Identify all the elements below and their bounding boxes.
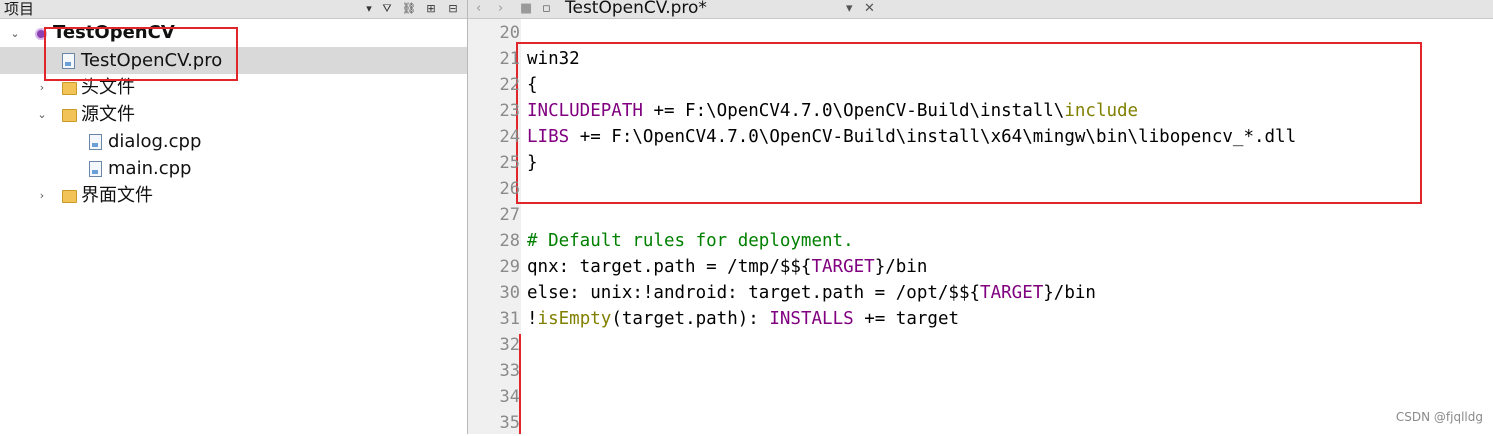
editor-tab-title[interactable]: TestOpenCV.pro* xyxy=(565,0,707,18)
line-number: 30 xyxy=(499,283,520,303)
code-token: (target.path): xyxy=(611,309,770,329)
code-token: isEmpty xyxy=(537,309,612,329)
view-dropdown-icon[interactable]: ▾ xyxy=(362,2,376,16)
forward-arrow-icon[interactable]: › xyxy=(498,0,503,18)
line-number: 20 xyxy=(499,23,520,43)
link-icon[interactable]: ⛓ xyxy=(402,2,416,16)
line-number: 29 xyxy=(499,257,520,277)
code-token: ! xyxy=(527,309,538,329)
code-line[interactable]: !isEmpty(target.path): INSTALLS += targe… xyxy=(527,306,959,332)
folder-icon xyxy=(62,190,77,203)
code-token: += target xyxy=(853,309,960,329)
chevron-right-icon[interactable]: › xyxy=(35,189,49,203)
tree-item-label: main.cpp xyxy=(108,158,192,179)
chevron-down-icon[interactable]: ⌄ xyxy=(35,108,49,122)
code-token: INSTALLS xyxy=(769,309,854,329)
folder-icon xyxy=(62,109,77,122)
chevron-down-icon[interactable]: ⌄ xyxy=(8,27,22,41)
line-number: 33 xyxy=(499,361,520,381)
line-number: 23 xyxy=(499,101,520,121)
tree-item-main-cpp[interactable]: main.cpp xyxy=(0,155,467,182)
code-token: else: unix:!android: target.path = /opt/… xyxy=(527,283,981,303)
watermark: CSDN @fjqlldg xyxy=(1395,410,1483,424)
close-icon[interactable]: ✕ xyxy=(864,0,875,18)
line-number: 28 xyxy=(499,231,520,251)
code-line[interactable]: # Default rules for deployment. xyxy=(527,228,854,254)
annotation-box-code xyxy=(516,42,1422,204)
split-icon[interactable]: ⊞ xyxy=(424,2,438,16)
chevron-down-icon[interactable]: ▾ xyxy=(846,0,853,18)
cpp-file-icon xyxy=(89,161,102,177)
line-number: 22 xyxy=(499,75,520,95)
code-line[interactable]: qnx: target.path = /tmp/$${TARGET}/bin xyxy=(527,254,927,280)
cpp-file-icon xyxy=(89,134,102,150)
project-panel-header: 项目 ▾ ⛛ ⛓ ⊞ ⊟ xyxy=(0,0,467,19)
lock-icon: ■ xyxy=(520,1,533,16)
line-number: 32 xyxy=(499,335,520,355)
project-panel-title: 项目 xyxy=(4,0,35,18)
line-number: 35 xyxy=(499,413,520,433)
tree-item-dialog-cpp[interactable]: dialog.cpp xyxy=(0,128,467,155)
tree-item-label: dialog.cpp xyxy=(108,131,202,152)
code-token: TARGET xyxy=(980,283,1044,303)
code-token: qnx: target.path = /tmp/$${ xyxy=(527,257,812,277)
line-number: 24 xyxy=(499,127,520,147)
code-token: }/bin xyxy=(1043,283,1096,303)
line-number: 31 xyxy=(499,309,520,329)
tree-item-label: 源文件 xyxy=(81,104,135,125)
line-number: 27 xyxy=(499,205,520,225)
filter-icon[interactable]: ⛛ xyxy=(380,2,394,16)
chevron-right-icon[interactable]: › xyxy=(35,81,49,95)
back-arrow-icon[interactable]: ‹ xyxy=(476,0,481,18)
project-panel: 项目 ▾ ⛛ ⛓ ⊞ ⊟ ⌄ TestOpenCV TestOpenCV.pro… xyxy=(0,0,467,434)
line-number: 34 xyxy=(499,387,520,407)
code-line[interactable]: else: unix:!android: target.path = /opt/… xyxy=(527,280,1096,306)
code-token: }/bin xyxy=(874,257,928,277)
folder-icon xyxy=(62,82,77,95)
annotation-box-pro-file xyxy=(44,27,238,81)
close-panel-icon[interactable]: ⊟ xyxy=(446,2,460,16)
line-number: 21 xyxy=(499,49,520,69)
line-number: 26 xyxy=(499,179,520,199)
tree-item-forms[interactable]: › 界面文件 xyxy=(0,182,467,209)
tree-item-label: 界面文件 xyxy=(81,185,153,206)
tree-item-sources[interactable]: ⌄ 源文件 xyxy=(0,101,467,128)
file-icon: ▫ xyxy=(542,1,551,16)
code-token: TARGET xyxy=(811,257,875,277)
code-token: # Default rules for deployment. xyxy=(527,231,854,251)
line-number: 25 xyxy=(499,153,520,173)
